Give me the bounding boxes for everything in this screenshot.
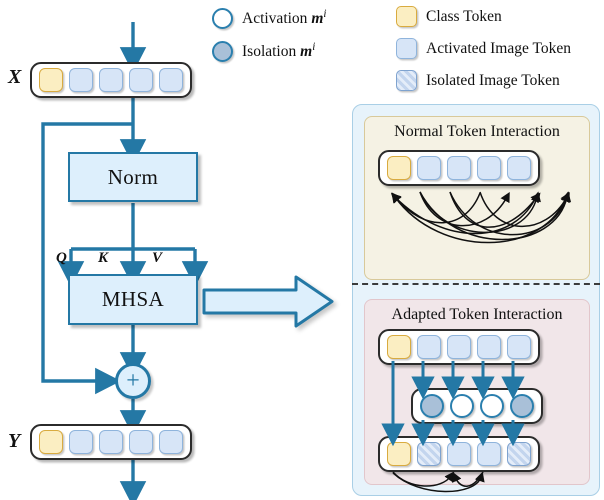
panel-divider <box>352 283 600 285</box>
token-image <box>99 430 123 454</box>
token-image <box>159 430 183 454</box>
token-image <box>159 68 183 92</box>
blue-square-icon <box>396 38 417 59</box>
figure-root: Activation mi Isolation mi Class Token A… <box>0 0 604 500</box>
right-panel: Normal Token Interaction Adapted Token I… <box>352 104 600 496</box>
k-label: K <box>98 250 109 266</box>
q-label: Q <box>56 250 67 266</box>
token-image <box>129 68 153 92</box>
legend-item-activated-image-token: Activated Image Token <box>396 38 571 59</box>
token-image <box>69 68 93 92</box>
mhsa-block: MHSA <box>68 274 198 325</box>
legend-item-class-token: Class Token <box>396 6 502 27</box>
token-class <box>39 430 63 454</box>
normal-token-interaction-panel: Normal Token Interaction <box>364 116 590 280</box>
adapted-flow-arrows <box>381 361 525 493</box>
token-class <box>39 68 63 92</box>
legend-label-class-token: Class Token <box>426 7 502 25</box>
legend-label-activated-image-token: Activated Image Token <box>426 39 571 57</box>
token-image <box>69 430 93 454</box>
v-label: V <box>152 250 163 266</box>
expand-block-arrow-icon <box>202 275 334 328</box>
input-label: X <box>8 66 22 88</box>
output-label: Y <box>8 430 21 452</box>
token-image <box>129 430 153 454</box>
yellow-square-icon <box>396 6 417 27</box>
hatched-square-icon <box>396 70 417 91</box>
legend-label-isolated-image-token: Isolated Image Token <box>426 71 560 89</box>
legend-item-isolated-image-token: Isolated Image Token <box>396 70 560 91</box>
normal-attention-arcs <box>390 191 572 244</box>
input-token-row <box>30 62 192 98</box>
adapted-token-interaction-panel: Adapted Token Interaction <box>364 299 590 493</box>
residual-add-node: + <box>115 363 151 399</box>
token-image <box>99 68 123 92</box>
norm-block: Norm <box>68 152 198 202</box>
output-token-row <box>30 424 192 460</box>
